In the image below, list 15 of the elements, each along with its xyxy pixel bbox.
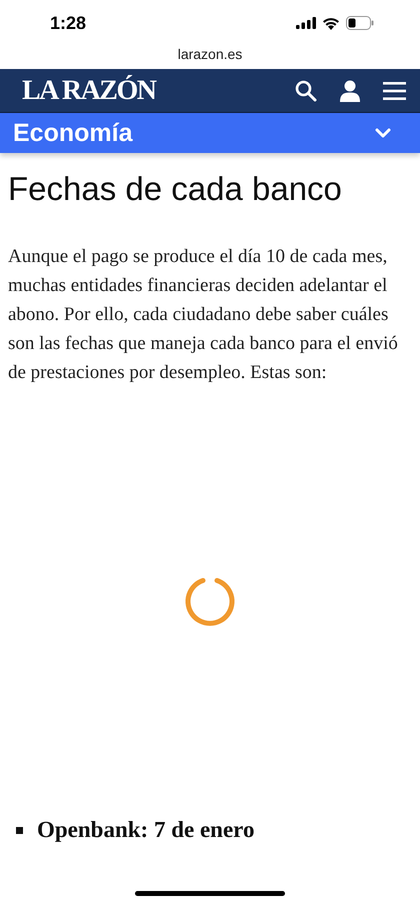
section-title: Economía bbox=[13, 118, 132, 148]
logo[interactable]: LA RAZÓN bbox=[22, 74, 156, 106]
section-bar[interactable]: Economía bbox=[0, 113, 420, 153]
url-text[interactable]: larazon.es bbox=[178, 46, 242, 62]
wifi-icon bbox=[322, 16, 340, 30]
user-icon[interactable] bbox=[340, 80, 360, 102]
battery-icon bbox=[346, 16, 374, 30]
menu-icon[interactable] bbox=[383, 82, 406, 100]
status-time: 1:28 bbox=[50, 12, 86, 34]
signal-icon bbox=[296, 17, 316, 29]
article-heading: Fechas de cada banco bbox=[8, 169, 343, 209]
search-icon[interactable] bbox=[295, 80, 317, 102]
list-item-text: Openbank: 7 de enero bbox=[37, 817, 254, 843]
bullet-icon bbox=[16, 826, 23, 834]
article-paragraph: Aunque el pago se produce el día 10 de cada mes, muchas entidades financieras deciden adelantar el abono. Por ello, cada ciudadano debe saber cuáles son las fechas que maneja cada banco para el envió de prestaciones por desempleo. Estas son: bbox=[8, 245, 399, 385]
